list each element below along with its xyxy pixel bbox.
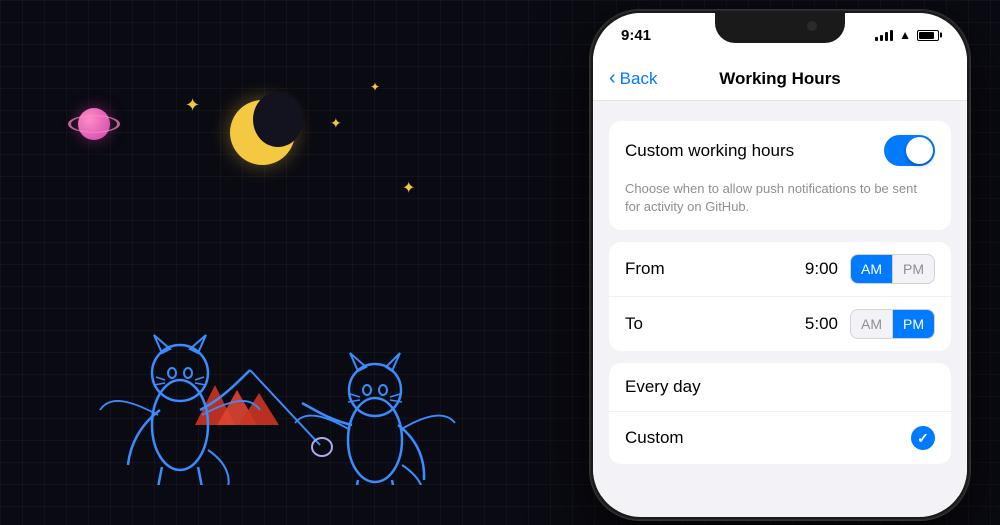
from-value: 9:00 (805, 259, 838, 279)
to-pm-button[interactable]: PM (893, 310, 934, 338)
status-icons: ▲ (875, 28, 939, 42)
custom-checkmark: ✓ (911, 426, 935, 450)
phone-body: 9:41 ▲ ‹ Bac (590, 10, 970, 520)
signal-icon (875, 30, 893, 41)
from-row: From 9:00 AM PM (609, 242, 951, 297)
from-am-button[interactable]: AM (851, 255, 893, 283)
custom-hours-toggle[interactable] (884, 135, 935, 166)
camera-icon (807, 21, 817, 31)
toggle-row: Custom working hours (609, 121, 951, 180)
phone-screen: 9:41 ▲ ‹ Bac (593, 13, 967, 517)
moon-bite (253, 92, 303, 147)
cats-illustration (40, 165, 500, 485)
from-pm-button[interactable]: PM (893, 255, 934, 283)
battery-icon (917, 30, 939, 41)
toggle-label: Custom working hours (625, 141, 794, 161)
art-area: ✦ ✦ ✦ ✦ (0, 0, 540, 525)
sparkle-icon: ✦ (330, 115, 342, 132)
toggle-thumb (906, 137, 933, 164)
to-row: To 5:00 AM PM (609, 297, 951, 351)
custom-label: Custom (625, 428, 684, 448)
nav-title: Working Hours (719, 69, 841, 89)
every-day-row[interactable]: Every day (609, 363, 951, 412)
planet-body (78, 108, 110, 140)
moon-decoration (230, 100, 300, 165)
moon-shape (230, 100, 295, 165)
schedule-card: Every day Custom ✓ (609, 363, 951, 464)
planet-ring (68, 115, 120, 133)
phone-notch (715, 13, 845, 43)
status-time: 9:41 (621, 27, 651, 44)
toggle-card: Custom working hours Choose when to allo… (609, 121, 951, 230)
to-value: 5:00 (805, 314, 838, 334)
to-am-pm-group: AM PM (850, 309, 935, 339)
back-label[interactable]: Back (620, 69, 658, 89)
toggle-description: Choose when to allow push notifications … (609, 180, 951, 230)
time-card: From 9:00 AM PM To 5:00 AM PM (609, 242, 951, 351)
every-day-label: Every day (625, 377, 701, 397)
from-am-pm-group: AM PM (850, 254, 935, 284)
battery-fill (919, 32, 934, 39)
sparkle-icon: ✦ (370, 80, 380, 94)
content-area: Custom working hours Choose when to allo… (593, 101, 967, 496)
to-am-button[interactable]: AM (851, 310, 893, 338)
nav-bar: ‹ Back Working Hours (593, 57, 967, 101)
to-label: To (625, 314, 675, 334)
wifi-icon: ▲ (899, 28, 911, 42)
phone-frame: 9:41 ▲ ‹ Bac (590, 10, 970, 520)
from-label: From (625, 259, 675, 279)
back-chevron-icon: ‹ (609, 68, 616, 88)
planet-decoration (78, 108, 110, 140)
custom-row[interactable]: Custom ✓ (609, 412, 951, 464)
back-button[interactable]: ‹ Back (609, 69, 657, 89)
sparkle-icon: ✦ (185, 95, 200, 116)
